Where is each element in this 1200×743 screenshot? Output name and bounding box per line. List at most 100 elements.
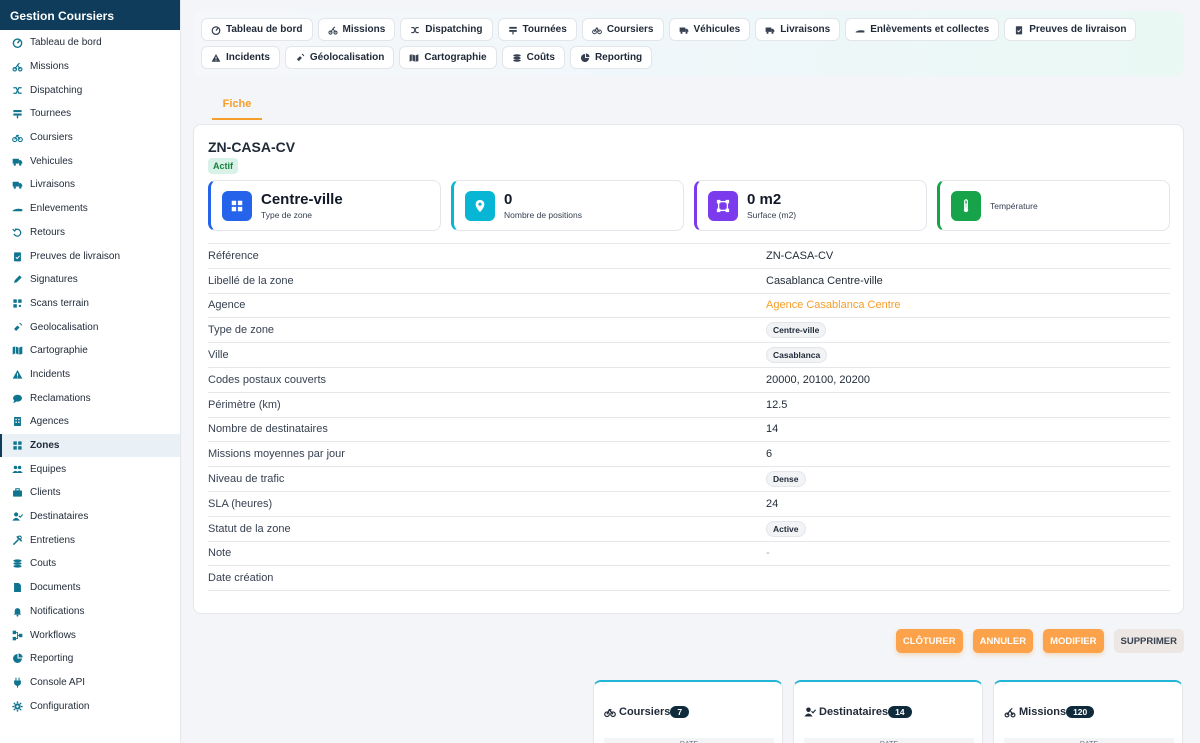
nav-tab-9[interactable]: Incidents [201,46,280,69]
agency-link[interactable]: Agence Casablanca Centre [766,299,901,311]
sidebar-item-label: Clients [30,487,61,499]
sidebar-item-dispatching[interactable]: Dispatching [0,78,180,102]
sidebar-item-couts[interactable]: Couts [0,552,180,576]
nav-tab-3[interactable]: Tournées [497,18,577,41]
nav-tab-label: Véhicules [693,24,741,35]
tab-fiche[interactable]: Fiche [212,98,262,120]
count-badge: 7 [670,706,690,718]
nav-tab-label: Coûts [526,52,555,63]
stat-icon-box [708,190,738,221]
delivery-truck-icon [12,182,23,190]
table-row: Type de zone Centre-ville [208,318,1170,344]
table-row: Statut de la zone Active [208,517,1170,542]
nav-tab-label: Incidents [226,52,270,63]
sidebar-item-documents[interactable]: Documents [0,576,180,600]
bike-route-icon [1004,707,1016,718]
nav-tab-11[interactable]: Cartographie [399,46,497,69]
stat-label: Type de zone [261,209,313,220]
nav-tab-5[interactable]: Véhicules [668,18,751,41]
sidebar-item-configuration[interactable]: Configuration [0,694,180,718]
nav-tab-10[interactable]: Géolocalisation [284,46,395,69]
sidebar-item-entretiens[interactable]: Entretiens [0,528,180,552]
page-title: ZN-CASA-CV [208,139,296,155]
sidebar-item-tournees[interactable]: Tournees [0,102,180,126]
sidebar-item-workflows[interactable]: Workflows [0,623,180,647]
satellite-icon [14,322,23,331]
sidebar-item-geolocalisation[interactable]: Geolocalisation [0,315,180,339]
thermometer-icon [963,198,969,212]
nav-tab-1[interactable]: Missions [317,18,396,41]
sidebar-item-coursiers[interactable]: Coursiers [0,126,180,150]
nav-tab-0[interactable]: Tableau de bord [201,18,313,41]
sidebar-item-preuves-de-livraison[interactable]: Preuves de livraison [0,244,180,268]
document-icon [14,583,21,593]
stat-icon-box [222,190,252,221]
sidebar-item-label: Configuration [30,700,90,712]
sidebar-item-equipes[interactable]: Equipes [0,457,180,481]
sidebar-item-signatures[interactable]: Signatures [0,268,180,292]
sidebar-item-enlevements[interactable]: Enlevements [0,197,180,221]
edit-button[interactable]: MODIFIER [1043,629,1104,653]
row-value: 24 [766,497,779,510]
nav-tab-13[interactable]: Reporting [569,46,653,69]
sidebar-item-label: Preuves de livraison [30,250,121,262]
nav-tab-label: Coursiers [606,24,654,35]
nav-tab-8[interactable]: Preuves de livraison [1004,18,1137,41]
close-button[interactable]: CLÔTURER [895,629,963,653]
nav-tab-6[interactable]: Livraisons [755,18,841,41]
stat-text: Température [990,200,1038,212]
sidebar-item-retours[interactable]: Retours [0,221,180,245]
table-row: Codes postaux couverts 20000, 20100, 2020… [208,368,1170,393]
sidebar-item-vehicules[interactable]: Vehicules [0,149,180,173]
sidebar-item-clients[interactable]: Clients [0,481,180,505]
cancel-button[interactable]: ANNULER [972,629,1034,653]
sidebar-item-agences[interactable]: Agences [0,410,180,434]
coins-icon [13,559,22,569]
delete-button[interactable]: SUPPRIMER [1113,629,1184,653]
sidebar-item-label: Coursiers [30,132,73,144]
sidebar-item-zones[interactable]: Zones [0,433,180,458]
nav-tab-label: Preuves de livraison [1029,24,1127,35]
stat-card: Température [937,180,1170,231]
sidebar-item-label: Retours [30,226,66,238]
nav-tab-12[interactable]: Coûts [501,46,565,69]
sidebar-item-label: Scans terrain [30,297,89,309]
sidebar-item-tableau-de-bord[interactable]: Tableau de bord [0,31,180,55]
nav-tab-label: Livraisons [780,24,831,35]
nav-tab-2[interactable]: Dispatching [400,18,493,41]
bike-route-icon [327,26,338,35]
sidebar-item-label: Documents [30,582,81,594]
nav-tab-label: Tournées [522,24,567,35]
nav-tab-4[interactable]: Coursiers [581,18,664,41]
sidebar-item-cartographie[interactable]: Cartographie [0,339,180,363]
sidebar: Gestion Coursiers Tableau de bord Mission… [0,0,181,743]
value-chip: Casablanca [766,347,828,364]
table-row: Référence ZN-CASA-CV [208,244,1170,269]
sidebar-item-notifications[interactable]: Notifications [0,600,180,624]
sidebar-item-reclamations[interactable]: Reclamations [0,386,180,410]
signpost-icon [508,26,517,34]
sidebar-item-reporting[interactable]: Reporting [0,647,180,671]
stat-label: Température [990,200,1038,211]
sidebar-item-label: Enlevements [30,203,88,215]
row-label: Agence [208,299,246,312]
signpost-icon [13,110,22,119]
pickup-icon [855,29,865,32]
sidebar-item-console-api[interactable]: Console API [0,671,180,695]
row-value: - [766,547,770,560]
qr-icon [13,299,22,308]
bicycle-icon [604,708,616,718]
row-value: Casablanca Centre-ville [766,274,883,287]
stats-row: Centre-ville Type de zone 0 Nombre de posit… [208,180,1170,231]
nav-tab-7[interactable]: Enlèvements et collectes [845,18,1000,41]
sidebar-item-scans-terrain[interactable]: Scans terrain [0,292,180,316]
related-panel-destinataires: Destinataires14 DATE [793,680,983,743]
sidebar-item-incidents[interactable]: Incidents [0,363,180,387]
sidebar-item-missions[interactable]: Missions [0,55,180,79]
warning-icon [12,370,23,379]
count-badge: 14 [888,706,912,718]
stat-text: 0 m2 Surface (m2) [747,191,796,221]
sidebar-item-livraisons[interactable]: Livraisons [0,173,180,197]
stat-text: 0 Nombre de positions [504,191,582,221]
sidebar-item-destinataires[interactable]: Destinataires [0,505,180,529]
